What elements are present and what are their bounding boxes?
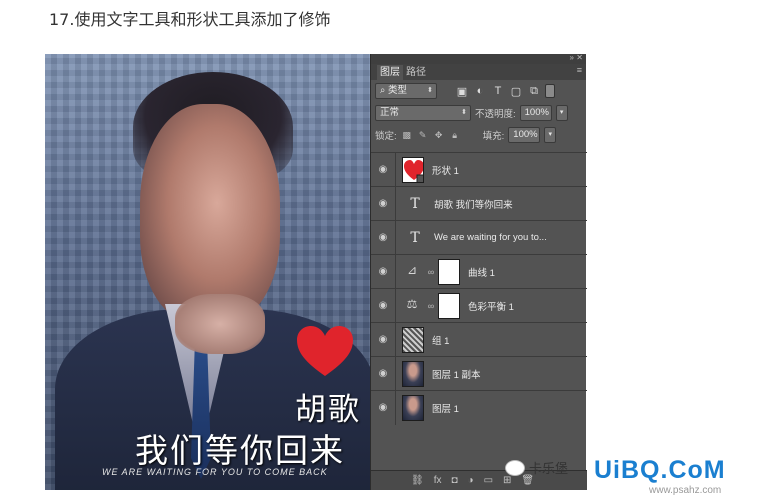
- filter-kind-select[interactable]: ⌕ 类型 ⬍: [375, 83, 437, 99]
- wechat-icon: [505, 459, 525, 476]
- panel-tabs: 图层 路径 ≡: [371, 64, 586, 80]
- wechat-watermark: 卡乐堡: [505, 458, 568, 477]
- tab-layers[interactable]: 图层: [377, 65, 403, 80]
- panel-titlebar: » ✕: [371, 53, 586, 64]
- face: [140, 104, 280, 324]
- lock-row: 锁定: ▩ ✎ ✥ 🔒︎ 填充: 100% ▾: [371, 124, 586, 146]
- layer-row[interactable]: ◉ T We are waiting for you to...: [371, 220, 587, 255]
- hand: [175, 294, 265, 354]
- site-url: www.psahz.com: [649, 485, 722, 496]
- type-layer-icon: T: [410, 195, 420, 212]
- poster-name-text: 胡歌: [295, 392, 361, 428]
- lock-transparent-icon[interactable]: ▩: [401, 129, 413, 141]
- fill-dropdown-icon[interactable]: ▾: [544, 127, 557, 143]
- filter-toggle[interactable]: [545, 84, 555, 98]
- blend-mode-value: 正常: [380, 107, 400, 118]
- shape-layer-thumbnail: [402, 156, 424, 183]
- blend-row: 正常 ⬍ 不透明度: 100% ▾: [371, 102, 586, 124]
- watermark-text: 卡乐堡: [529, 462, 569, 477]
- photo-thumbnail: [402, 360, 424, 387]
- filter-row: ⌕ 类型 ⬍ ▣ ◐ T ▢ ⧉: [371, 80, 586, 102]
- color-balance-icon: ⚖: [406, 296, 418, 311]
- opacity-label: 不透明度:: [475, 109, 516, 120]
- eye-icon[interactable]: ◉: [371, 198, 395, 209]
- layer-row[interactable]: ◉ 组 1: [371, 322, 587, 357]
- layer-row[interactable]: ◉ ⊿ ∞ 曲线 1: [371, 254, 587, 289]
- link-layers-icon[interactable]: ⛓: [411, 475, 424, 486]
- link-icon[interactable]: ∞: [426, 267, 436, 277]
- type-layer-icon: T: [410, 229, 420, 246]
- lock-label: 锁定:: [375, 131, 397, 142]
- layer-row[interactable]: ◉ ⚖ ∞ 色彩平衡 1: [371, 288, 587, 323]
- eye-icon[interactable]: ◉: [371, 368, 395, 379]
- site-logo: UiBQ.CoM: [594, 456, 726, 484]
- layer-name: 图层 1 副本: [432, 369, 481, 381]
- eye-icon[interactable]: ◉: [371, 334, 395, 345]
- chevron-updown-icon: ⬍: [461, 109, 467, 116]
- layer-name: 曲线 1: [468, 267, 495, 279]
- opacity-dropdown-icon[interactable]: ▾: [555, 105, 568, 121]
- shape-filter-icon[interactable]: ▢: [509, 84, 523, 98]
- layer-name: 色彩平衡 1: [468, 301, 514, 313]
- poster-headline-text: 我们等你回来: [135, 431, 345, 470]
- new-adjustment-icon[interactable]: ◑: [468, 475, 474, 486]
- step-title: 17.使用文字工具和形状工具添加了修饰: [49, 10, 331, 29]
- add-mask-icon[interactable]: ◘: [451, 475, 457, 486]
- eye-icon[interactable]: ◉: [371, 300, 395, 311]
- blend-mode-select[interactable]: 正常 ⬍: [375, 105, 471, 121]
- curves-adjustment-icon: ⊿: [406, 262, 418, 277]
- divider: [395, 254, 396, 289]
- poster-english-text: WE ARE WAITING FOR YOU TO COME BACK: [102, 467, 328, 477]
- type-filter-icon[interactable]: T: [491, 84, 505, 98]
- heart-shape: [297, 326, 353, 376]
- smart-filter-icon[interactable]: ⧉: [527, 84, 541, 98]
- link-icon[interactable]: ∞: [426, 301, 436, 311]
- heart-icon: [404, 159, 423, 182]
- tab-paths[interactable]: 路径: [403, 65, 429, 80]
- adjustment-filter-icon[interactable]: ◐: [473, 84, 487, 98]
- new-group-icon[interactable]: ▭: [484, 475, 493, 486]
- chevron-updown-icon: ⬍: [427, 87, 433, 94]
- divider: [395, 152, 396, 187]
- filter-kind-value: 类型: [387, 85, 407, 96]
- fill-input[interactable]: 100%: [508, 127, 541, 143]
- pixel-filter-icon[interactable]: ▣: [455, 84, 469, 98]
- layer-name: 胡歌 我们等你回来: [434, 199, 513, 211]
- fill-label: 填充:: [482, 131, 505, 142]
- lock-position-icon[interactable]: ✥: [433, 129, 445, 141]
- divider: [395, 322, 396, 357]
- lock-pixels-icon[interactable]: ✎: [417, 129, 429, 141]
- layer-name: 图层 1: [432, 403, 459, 415]
- divider: [395, 390, 396, 425]
- eye-icon[interactable]: ◉: [371, 232, 395, 243]
- opacity-input[interactable]: 100%: [519, 105, 552, 121]
- layer-name: We are waiting for you to...: [434, 232, 547, 243]
- search-icon: ⌕: [380, 85, 388, 96]
- layer-mask-thumbnail: [438, 292, 460, 319]
- eye-icon[interactable]: ◉: [371, 266, 395, 277]
- eye-icon[interactable]: ◉: [371, 164, 395, 175]
- fx-icon[interactable]: fx: [434, 475, 442, 486]
- lock-all-icon[interactable]: 🔒︎: [449, 129, 461, 141]
- layers-panel: » ✕ 图层 路径 ≡ ⌕ 类型 ⬍ ▣ ◐ T ▢ ⧉ 正常 ⬍ 不透明度: …: [370, 53, 587, 490]
- close-icon[interactable]: ✕: [576, 53, 583, 62]
- divider: [395, 220, 396, 255]
- layer-row[interactable]: ◉ 图层 1 副本: [371, 356, 587, 391]
- eye-icon[interactable]: ◉: [371, 402, 395, 413]
- collapse-icon[interactable]: »: [570, 53, 574, 62]
- divider: [395, 288, 396, 323]
- panel-menu-icon[interactable]: ≡: [577, 65, 582, 75]
- layer-name: 形状 1: [432, 165, 459, 177]
- layer-row[interactable]: ◉ T 胡歌 我们等你回来: [371, 186, 587, 221]
- group-thumbnail: [402, 326, 424, 353]
- layer-mask-thumbnail: [438, 258, 460, 285]
- layers-list: ◉ 形状 1 ◉ T 胡歌 我们等你回来 ◉ T We are waiting …: [371, 152, 587, 425]
- photo-thumbnail: [402, 394, 424, 421]
- divider: [395, 356, 396, 391]
- poster-canvas: 胡歌 我们等你回来 WE ARE WAITING FOR YOU TO COME…: [45, 54, 370, 490]
- layer-row[interactable]: ◉ 图层 1: [371, 390, 587, 425]
- layer-row[interactable]: ◉ 形状 1: [371, 152, 587, 187]
- divider: [395, 186, 396, 221]
- layer-name: 组 1: [432, 335, 450, 347]
